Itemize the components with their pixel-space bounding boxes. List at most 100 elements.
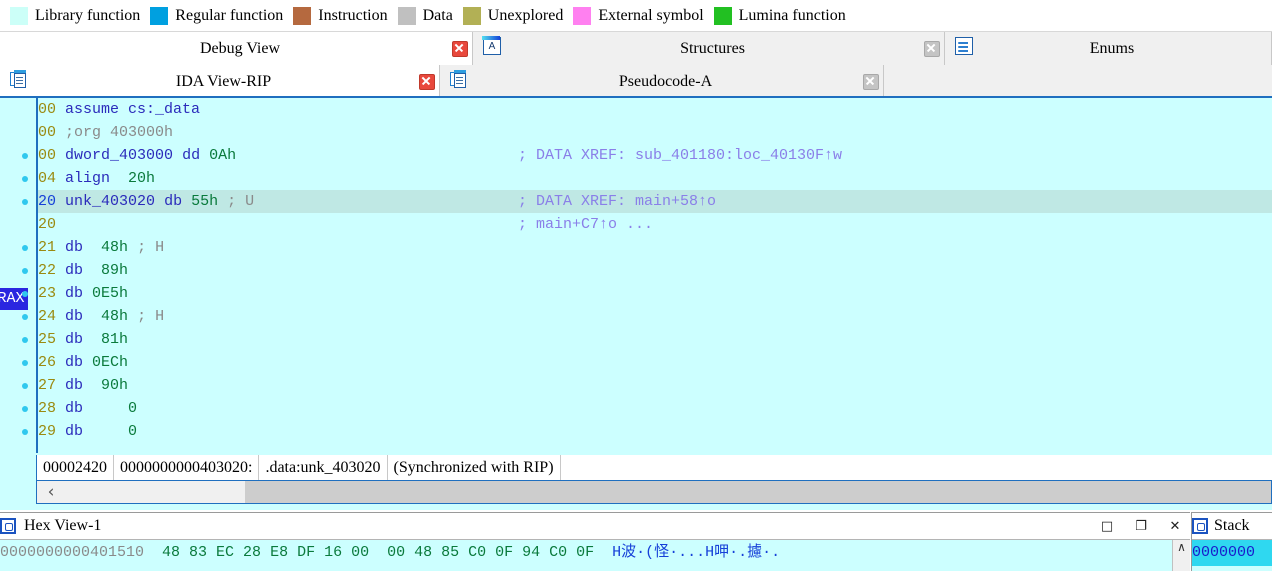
tab-debug-view[interactable]: Debug View [0,32,473,65]
line-operand[interactable]: 90h [83,377,128,394]
legend-label: Instruction [318,6,388,24]
hex-view-body[interactable]: 0000000000401510 48 83 EC 28 E8 DF 16 00… [0,540,1190,571]
disassembly-line[interactable]: 25 db 81h [38,328,1272,351]
line-marker-dot-icon[interactable] [22,199,28,205]
line-operand[interactable]: 55h [182,193,218,210]
legend-swatch-icon [462,6,481,25]
status-file-offset: 00002420 [37,455,114,480]
line-address: 23 [38,285,57,302]
disassembly-line[interactable]: 00 ;org 403000h [38,121,1272,144]
line-address: 27 [38,377,57,394]
line-operand[interactable]: 0 [83,423,137,440]
tab-close-button[interactable] [920,40,944,57]
line-address: 00 [38,124,57,141]
close-icon[interactable] [419,73,435,90]
line-operand[interactable]: 0ECh [83,354,128,371]
line-address: 29 [38,423,57,440]
legend-swatch-icon [150,6,169,25]
line-operand[interactable]: 81h [83,331,128,348]
disassembly-line[interactable]: 00 assume cs:_data [38,98,1272,121]
close-icon[interactable] [452,40,468,57]
line-address: 21 [38,239,57,256]
line-symbol[interactable]: unk_403020 [65,193,155,210]
disassembly-line[interactable]: 27 db 90h [38,374,1272,397]
tab-ida-view-rip[interactable]: IDA View-RIP [0,65,440,98]
tab-structures[interactable]: A Structures [473,32,945,65]
breakpoint-gutter[interactable]: RAX [0,98,36,478]
tab-pseudocode-a[interactable]: Pseudocode-A [440,65,884,98]
disassembly-line[interactable]: 20 unk_403020 db 55h ; U ; DATA XREF: mai… [38,190,1272,213]
scrollbar-thumb[interactable] [245,481,1271,503]
disassembly-line[interactable]: 26 db 0ECh [38,351,1272,374]
tab-icon-slot [955,37,977,60]
disassembly-line[interactable]: 23 db 0E5h [38,282,1272,305]
tab-close-button[interactable] [859,73,883,90]
line-xref-comment[interactable]: ; DATA XREF: sub_401180:loc_40130F↑w [518,144,842,167]
line-symbol[interactable]: dword_403000 [65,147,173,164]
document-icon [450,70,468,88]
disassembly-line[interactable]: 04 align 20h [38,167,1272,190]
disassembly-line[interactable]: 20 ; main+C7↑o ... [38,213,1272,236]
line-marker-dot-icon[interactable] [22,406,28,412]
line-address: 24 [38,308,57,325]
close-icon[interactable]: ✕ [1166,519,1184,534]
restore-icon[interactable]: ❐ [1132,519,1150,534]
disassembly-line[interactable]: 24 db 48h ; H [38,305,1272,328]
line-marker-dot-icon[interactable] [22,153,28,159]
line-operand[interactable]: 89h [83,262,128,279]
hex-row-bytes[interactable]: 48 83 EC 28 E8 DF 16 00 00 48 85 C0 0F 9… [162,544,594,561]
hex-view-window-controls[interactable]: □ ❐ ✕ [1098,513,1184,539]
hex-view-panel[interactable]: Hex View-1 □ ❐ ✕ 0000000000401510 48 83 … [0,512,1190,571]
disassembly-code-area[interactable]: 00 assume cs:_data 00 ;org 403000h 00 dwor… [36,98,1272,453]
ida-pro-window: Library function Regular function Instruct… [0,0,1272,571]
line-marker-dot-icon[interactable] [22,245,28,251]
disassembly-line[interactable]: 00 dword_403000 dd 0Ah ; DATA XREF: sub_4… [38,144,1272,167]
line-marker-dot-icon[interactable] [22,429,28,435]
line-operand[interactable]: 0E5h [83,285,128,302]
line-address: 28 [38,400,57,417]
close-icon[interactable] [924,40,940,57]
line-marker-dot-icon[interactable] [22,291,28,297]
line-marker-dot-icon[interactable] [22,383,28,389]
disassembly-horizontal-scrollbar[interactable]: ‹ [36,480,1272,504]
line-marker-dot-icon[interactable] [22,314,28,320]
line-xref-comment[interactable]: ; main+C7↑o ... [518,213,653,236]
line-operand[interactable]: 0 [83,400,137,417]
line-marker-dot-icon[interactable] [22,268,28,274]
tab-label: Pseudocode-A [618,72,713,90]
close-icon[interactable] [863,73,879,90]
disassembly-line[interactable]: 21 db 48h ; H [38,236,1272,259]
disassembly-line[interactable]: 28 db 0 [38,397,1272,420]
line-operand[interactable]: 48h [83,308,128,325]
tab-close-button[interactable] [415,73,439,90]
hex-view-scroll-up-icon[interactable]: ∧ [1172,540,1190,571]
legend-item-3: Data [397,6,453,25]
stack-row[interactable]: 0000000 [1192,540,1272,566]
scrollbar-track[interactable] [65,481,1271,503]
legend-label: Regular function [175,6,284,24]
line-xref-comment[interactable]: ; DATA XREF: main+58↑o [518,190,716,213]
line-marker-dot-icon[interactable] [22,337,28,343]
stack-panel[interactable]: Stack 0000000 [1191,512,1272,571]
line-marker-dot-icon[interactable] [22,176,28,182]
structures-icon: A [482,36,501,55]
stack-body[interactable]: 0000000 [1192,540,1272,571]
tab-enums[interactable]: Enums [945,32,1272,65]
maximize-icon[interactable]: □ [1098,519,1116,534]
tab-close-button[interactable] [448,40,472,57]
scroll-left-icon[interactable]: ‹ [37,481,65,503]
line-marker-dot-icon[interactable] [22,360,28,366]
legend-swatch-icon [10,6,28,25]
line-mnemonic: db [65,262,84,279]
tab-icon-slot: A [482,36,505,60]
line-operand[interactable]: 0Ah [200,147,236,164]
line-operand[interactable]: 20h [110,170,155,187]
hex-row[interactable]: 0000000000401510 48 83 EC 28 E8 DF 16 00… [0,540,1190,566]
disassembly-line[interactable]: 29 db 0 [38,420,1272,443]
disassembly-line[interactable]: 22 db 89h [38,259,1272,282]
hex-row-ascii[interactable]: H波·(怪·...H呷·.攄·. [612,544,780,561]
stack-icon [1192,518,1208,534]
line-mnemonic: db [65,285,84,302]
ida-view-rip-disassembly[interactable]: RAX 00 assume cs:_data 00 ;org 403000h 00 … [0,98,1272,510]
line-operand[interactable]: 48h [83,239,128,256]
